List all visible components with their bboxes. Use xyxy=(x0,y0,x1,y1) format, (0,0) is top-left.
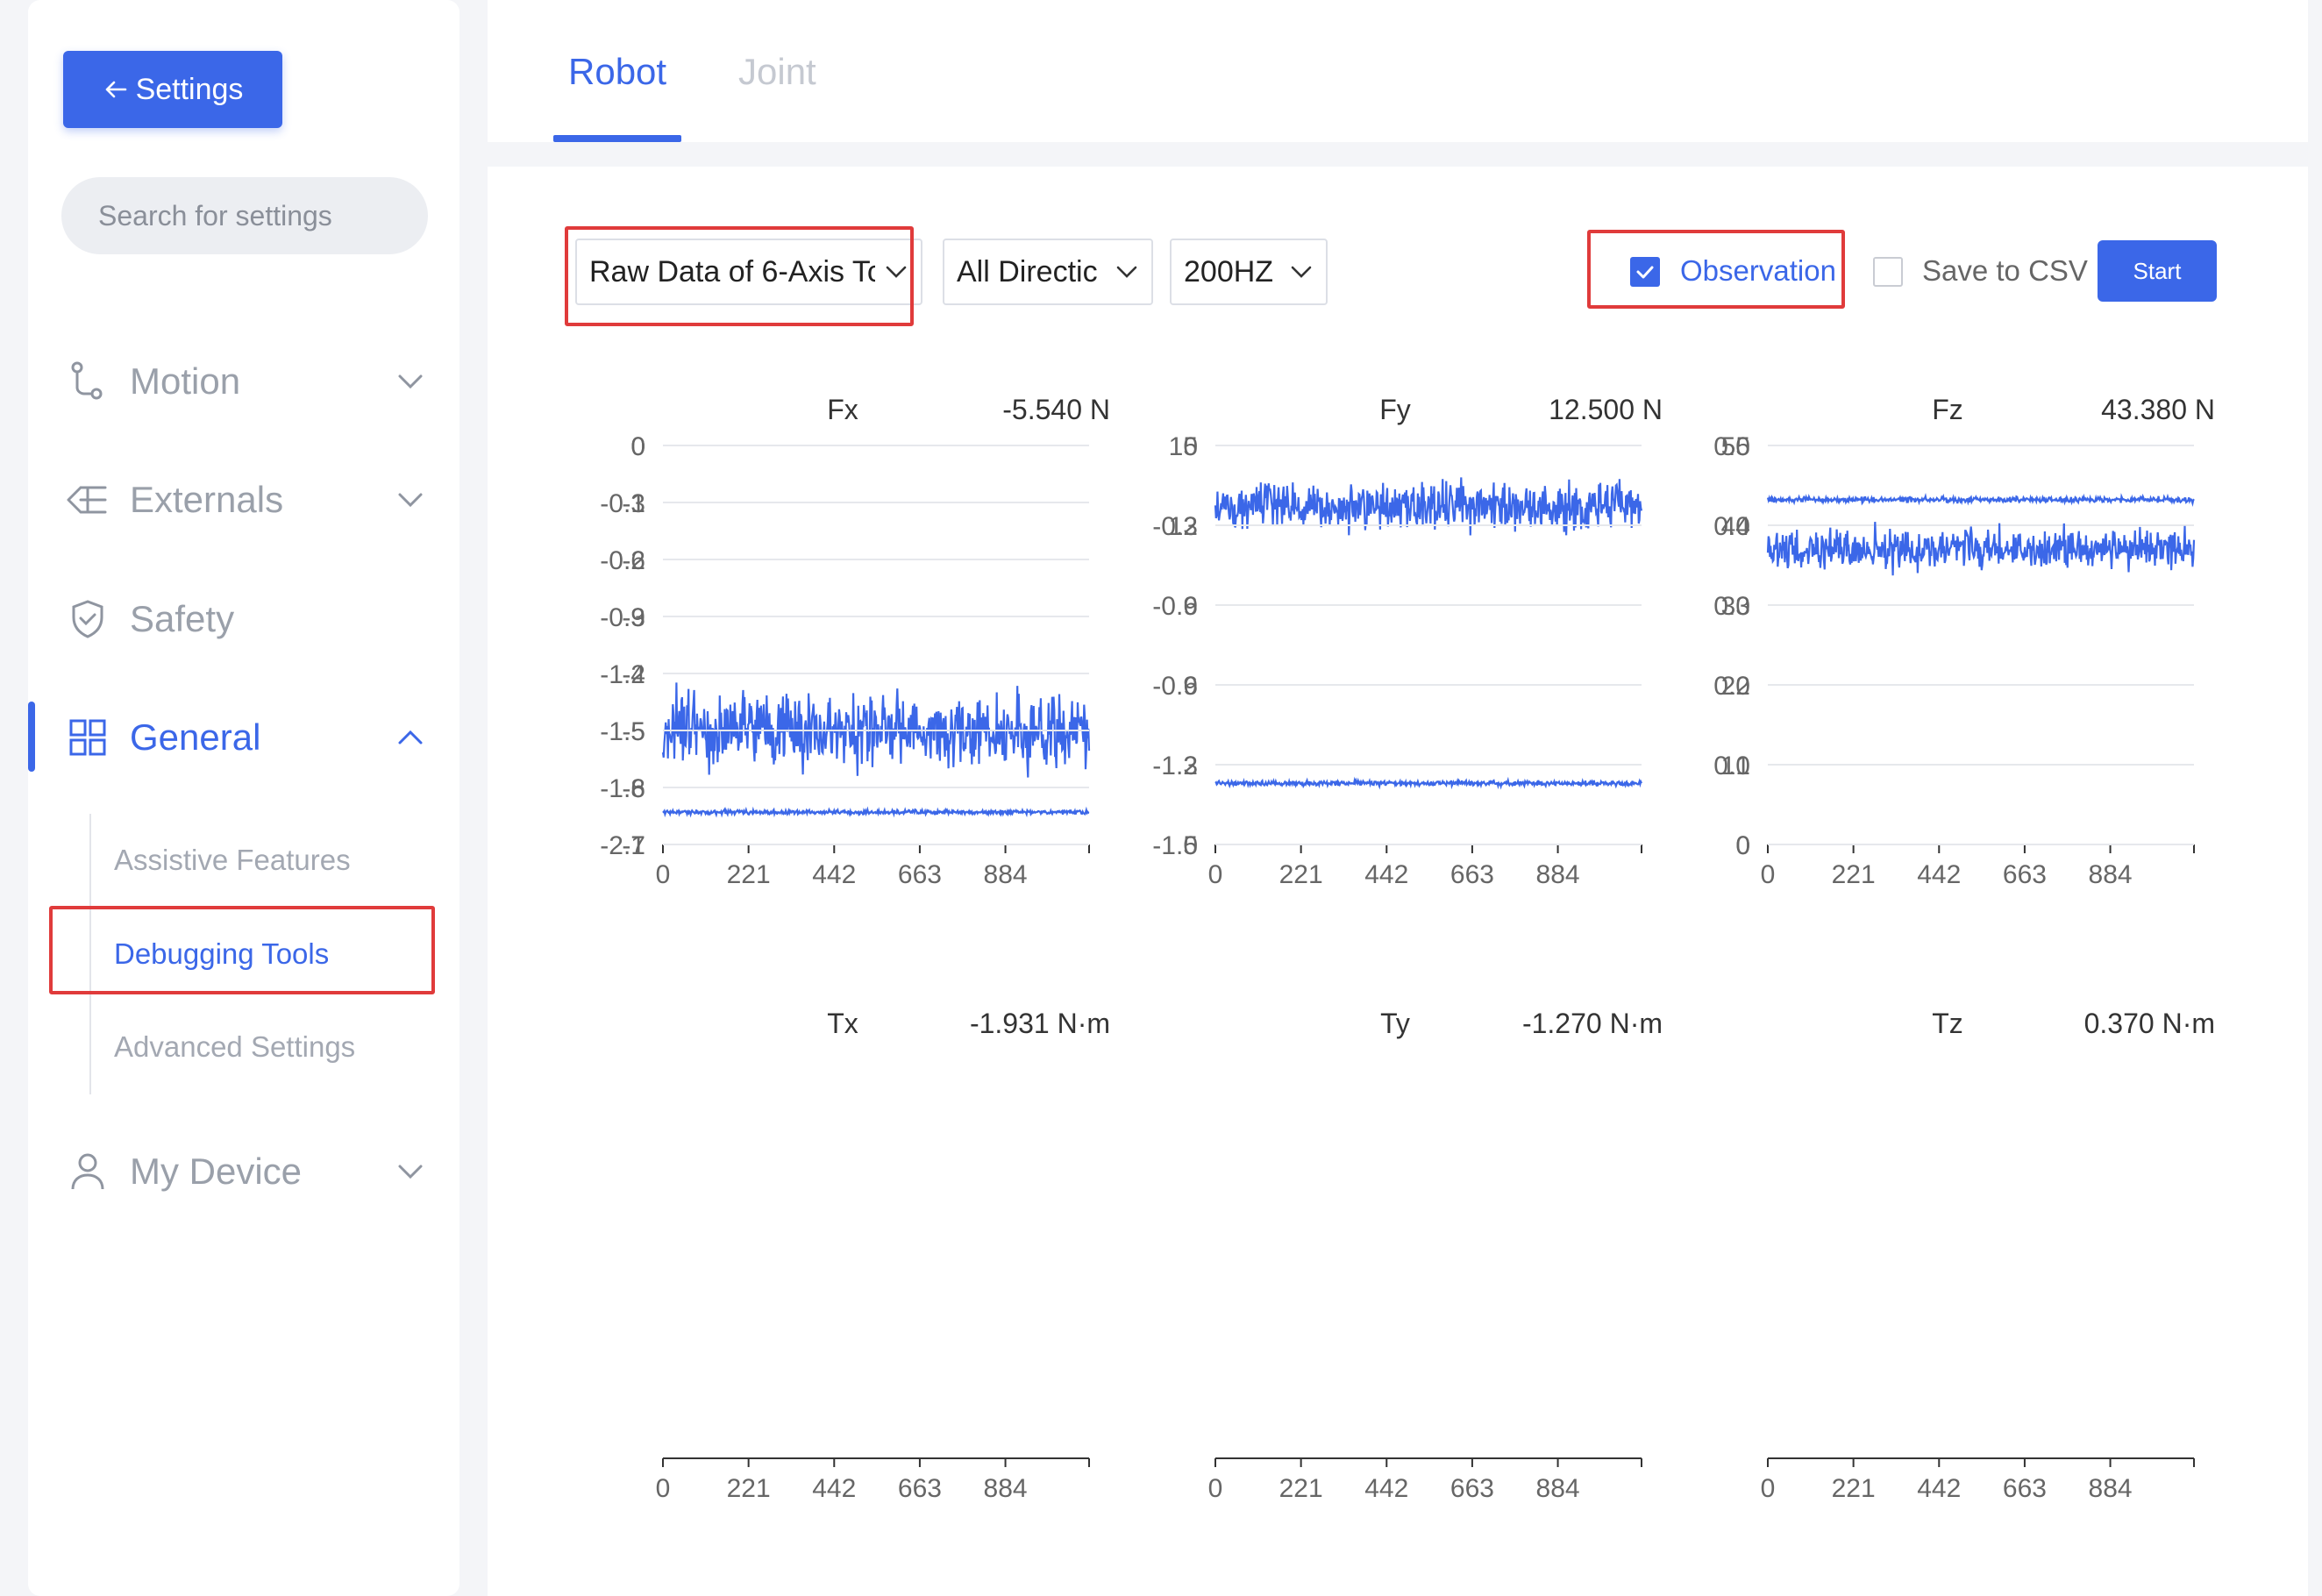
chart-title: Tx xyxy=(827,1008,858,1039)
nav-item-general[interactable]: General xyxy=(67,711,444,764)
main-panel: Raw Data of 6-Axis Tc All Directic 200HZ… xyxy=(488,167,2308,1596)
y-tick-label: -2.1 xyxy=(600,831,645,860)
chart-svg: Fz 43.380 N504030201000 221 442 663 884 xyxy=(1721,394,2215,889)
y-tick-label: -0.6 xyxy=(1152,592,1198,621)
subnav-line xyxy=(89,814,91,1094)
x-tick-label: 663 xyxy=(2003,1474,2047,1503)
x-tick-label: 663 xyxy=(898,1474,942,1503)
y-tick-label: -1.2 xyxy=(1152,752,1198,780)
active-tab-underline xyxy=(553,135,681,142)
arrow-left-icon xyxy=(105,81,126,98)
search-input[interactable] xyxy=(96,198,468,233)
y-tick-label: -0.3 xyxy=(1152,512,1198,541)
x-tick-label: 442 xyxy=(1917,1474,1961,1503)
nav-item-label: General xyxy=(130,716,261,758)
y-tick-label: 0 xyxy=(1735,831,1750,860)
back-settings-label: Settings xyxy=(135,72,244,106)
subnav-assistive-features[interactable]: Assistive Features xyxy=(114,844,351,877)
x-tick-label: 442 xyxy=(1364,1474,1408,1503)
x-tick-label: 0 xyxy=(1761,1474,1776,1503)
x-tick-label: 663 xyxy=(1450,1474,1494,1503)
chart-svg: Tz 0.370 N·m 0.5 0.4 0.3 0.2 0.1 0 0 221 442 663 884 xyxy=(1713,432,2215,1503)
y-tick-label: -1.2 xyxy=(600,660,645,689)
y-tick-label: -0.3 xyxy=(600,489,645,518)
y-tick-label: 0.4 xyxy=(1713,512,1750,541)
subnav-advanced-settings[interactable]: Advanced Settings xyxy=(114,1030,355,1064)
nav-item-externals[interactable]: Externals xyxy=(67,474,444,526)
x-tick-label: 0 xyxy=(656,1474,671,1503)
grid-icon xyxy=(67,716,109,759)
tab-robot[interactable]: Robot xyxy=(568,51,666,93)
nav-item-motion[interactable]: Motion xyxy=(67,355,444,408)
y-tick-label: -1.5 xyxy=(600,717,645,746)
user-icon xyxy=(67,1151,109,1193)
chart-title: Ty xyxy=(1380,1008,1410,1039)
chart-title: Fy xyxy=(1379,394,1411,425)
nav-item-label: Motion xyxy=(130,360,241,402)
x-tick-label: 442 xyxy=(812,1474,856,1503)
y-tick-label: -0.9 xyxy=(600,603,645,632)
x-tick-label: 221 xyxy=(1279,1474,1323,1503)
chart-title: Fx xyxy=(827,394,858,425)
externals-icon xyxy=(67,479,109,521)
chart-title: Tz xyxy=(1932,1008,1963,1039)
y-tick-label: -0.9 xyxy=(1152,672,1198,701)
x-tick-label: 221 xyxy=(1832,1474,1876,1503)
series-line xyxy=(1766,493,2195,507)
subnav-debugging-tools[interactable]: Debugging Tools xyxy=(114,937,329,971)
y-tick-label: 0 xyxy=(630,432,645,461)
chevron-down-icon xyxy=(398,493,423,508)
nav-item-label: My Device xyxy=(130,1151,303,1192)
y-tick-label: 0.3 xyxy=(1713,592,1750,621)
x-tick-label: 884 xyxy=(984,1474,1028,1503)
back-settings-button[interactable]: Settings xyxy=(63,51,282,128)
nav-item-my-device[interactable]: My Device xyxy=(67,1145,444,1198)
x-tick-label: 0 xyxy=(1208,1474,1223,1503)
series-line xyxy=(1214,776,1642,790)
series-line xyxy=(1214,477,1643,536)
x-tick-label: 884 xyxy=(2089,1474,2133,1503)
chevron-down-icon xyxy=(398,1165,423,1179)
y-tick-label: -1.8 xyxy=(600,774,645,803)
sidebar: Settings Motion Externals Safety General… xyxy=(28,0,468,1596)
y-tick-label: 0.1 xyxy=(1713,752,1750,780)
series-line xyxy=(662,806,1090,818)
chevron-up-icon xyxy=(398,730,423,745)
nav-item-label: Safety xyxy=(130,598,235,639)
y-tick-label: -0.6 xyxy=(600,546,645,575)
settings-search-box[interactable] xyxy=(61,177,468,254)
y-tick-label: 0.5 xyxy=(1713,432,1750,461)
y-tick-label: 0 xyxy=(1183,432,1198,461)
y-tick-label: -1.5 xyxy=(1152,831,1198,860)
x-tick-label: 221 xyxy=(727,1474,771,1503)
motion-icon xyxy=(67,360,109,403)
shield-icon xyxy=(67,598,109,640)
tabs-panel: Robot Joint xyxy=(488,0,2308,142)
x-tick-label: 884 xyxy=(1536,1474,1580,1503)
active-indicator xyxy=(28,702,35,772)
nav-item-safety[interactable]: Safety xyxy=(67,593,444,645)
tab-joint[interactable]: Joint xyxy=(738,51,816,93)
y-tick-label: 0.2 xyxy=(1713,672,1750,701)
chart-value-label: 0.370 N·m xyxy=(2084,1008,2215,1039)
chart-title: Fz xyxy=(1932,394,1963,425)
chevron-down-icon xyxy=(398,374,423,389)
nav-item-label: Externals xyxy=(130,479,284,520)
chart-value-label: 43.380 N xyxy=(2101,394,2215,425)
